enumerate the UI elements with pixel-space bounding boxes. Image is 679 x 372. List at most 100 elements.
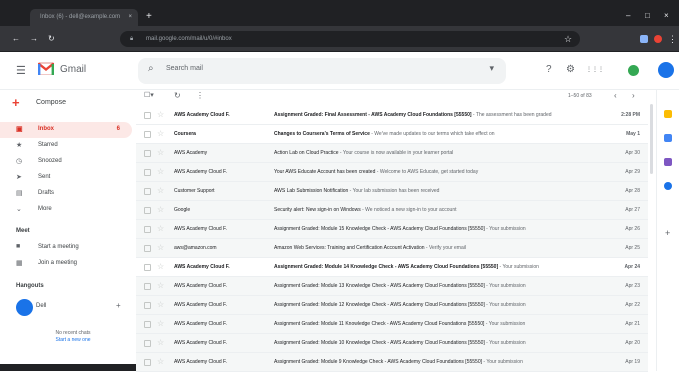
search-input[interactable]: Search mail [166, 65, 203, 72]
email-date: Apr 20 [625, 340, 640, 346]
start-meeting-item[interactable]: ■ Start a meeting [16, 241, 126, 255]
star-icon[interactable]: ☆ [157, 224, 164, 233]
scrollbar[interactable] [648, 94, 655, 371]
email-row[interactable]: ☆ Customer Support AWS Lab Submission Noti… [136, 182, 648, 201]
gmail-logo-icon[interactable] [38, 62, 54, 75]
start-chat-link[interactable]: Start a new one [30, 337, 116, 344]
email-snippet: - Your lab submission has been received [348, 188, 440, 194]
email-row[interactable]: ☆ AWS Academy Cloud F. Assignment Graded: … [136, 258, 648, 277]
address-bar[interactable]: 🔒︎ mail.google.com/mail/u/0/#inbox [120, 31, 580, 47]
email-subject: Assignment Graded: Module 11 Knowledge C… [274, 321, 485, 327]
bookmark-star-icon[interactable]: ☆ [564, 34, 572, 45]
forward-icon[interactable]: → [30, 34, 38, 43]
sidebar-item-inbox[interactable]: ▣ Inbox 6 [0, 122, 132, 138]
compose-button[interactable]: + Compose [12, 95, 76, 113]
more-options-icon[interactable]: ⋮ [196, 91, 204, 100]
star-icon[interactable]: ☆ [157, 319, 164, 328]
new-tab-icon[interactable]: + [146, 11, 152, 22]
star-icon[interactable]: ☆ [157, 129, 164, 138]
row-checkbox[interactable] [144, 226, 151, 233]
get-addons-icon[interactable]: + [665, 228, 670, 238]
star-icon[interactable]: ☆ [157, 300, 164, 309]
star-icon[interactable]: ☆ [157, 281, 164, 290]
row-checkbox[interactable] [144, 150, 151, 157]
refresh-icon[interactable]: ↻ [174, 91, 181, 100]
row-checkbox[interactable] [144, 207, 151, 214]
email-row[interactable]: ☆ AWS Academy Cloud F. Assignment Graded: … [136, 315, 648, 334]
maximize-icon[interactable]: □ [645, 11, 650, 20]
row-checkbox[interactable] [144, 112, 151, 119]
star-icon[interactable]: ☆ [157, 262, 164, 271]
row-checkbox[interactable] [144, 283, 151, 290]
row-checkbox[interactable] [144, 302, 151, 309]
star-icon[interactable]: ☆ [157, 243, 164, 252]
back-icon[interactable]: ← [12, 34, 20, 43]
add-chat-icon[interactable]: + [116, 301, 121, 310]
gmail-logo-text[interactable]: Gmail [60, 64, 86, 75]
keep-icon[interactable] [664, 134, 672, 142]
search-bar[interactable]: ⌕ Search mail ▾ [138, 58, 506, 84]
sidebar-item-snoozed[interactable]: ◷ Snoozed [0, 154, 132, 170]
hangouts-avatar[interactable] [16, 299, 33, 316]
sidebar-item-starred[interactable]: ★ Starred [0, 138, 132, 154]
row-checkbox[interactable] [144, 245, 151, 252]
select-all-checkbox[interactable]: ☐▾ [144, 91, 154, 99]
sidebar-item-more[interactable]: ⌄ More [0, 202, 132, 218]
email-row[interactable]: ☆ Coursera Changes to Coursera's Terms of … [136, 125, 648, 144]
contacts-icon[interactable] [664, 182, 672, 190]
email-row[interactable]: ☆ aws@amazon.com Amazon Web Services: Trai… [136, 239, 648, 258]
window-close-icon[interactable]: × [664, 11, 669, 20]
row-checkbox[interactable] [144, 264, 151, 271]
prev-page-icon[interactable]: ‹ [614, 91, 617, 100]
star-icon[interactable]: ☆ [157, 186, 164, 195]
row-checkbox[interactable] [144, 359, 151, 366]
status-dot-icon[interactable] [628, 65, 639, 76]
email-row[interactable]: ☆ AWS Academy Cloud F. Your AWS Educate Ac… [136, 163, 648, 182]
tasks-icon[interactable] [664, 158, 672, 166]
join-meeting-item[interactable]: ▦ Join a meeting [16, 257, 126, 271]
row-checkbox[interactable] [144, 131, 151, 138]
row-checkbox[interactable] [144, 188, 151, 195]
calendar-icon[interactable] [664, 110, 672, 118]
minimize-icon[interactable]: – [626, 11, 630, 20]
email-row[interactable]: ☆ AWS Academy Cloud F. Assignment Graded: … [136, 277, 648, 296]
tab-close-icon[interactable]: × [128, 9, 132, 26]
extension-icon[interactable] [640, 35, 648, 43]
profile-icon[interactable] [654, 35, 662, 43]
search-options-icon[interactable]: ▾ [489, 63, 494, 74]
row-checkbox[interactable] [144, 321, 151, 328]
reload-icon[interactable]: ↻ [48, 34, 55, 43]
star-icon[interactable]: ☆ [157, 167, 164, 176]
sidebar-item-drafts[interactable]: ▤ Drafts [0, 186, 132, 202]
google-apps-icon[interactable]: ⋮⋮⋮ [586, 66, 604, 73]
settings-gear-icon[interactable]: ⚙ [566, 64, 575, 75]
star-icon[interactable]: ☆ [157, 148, 164, 157]
star-icon[interactable]: ☆ [157, 205, 164, 214]
hangouts-user-name[interactable]: Dell [36, 303, 46, 309]
email-row[interactable]: ☆ AWS Academy Cloud F. Assignment Graded: … [136, 106, 648, 125]
row-checkbox[interactable] [144, 169, 151, 176]
support-icon[interactable]: ? [546, 64, 552, 75]
star-icon[interactable]: ☆ [157, 110, 164, 119]
sidebar-item-sent[interactable]: ➤ Sent [0, 170, 132, 186]
account-avatar[interactable] [658, 62, 674, 78]
star-icon[interactable]: ☆ [157, 338, 164, 347]
main-menu-icon[interactable]: ☰ [16, 64, 26, 77]
star-icon[interactable]: ☆ [157, 357, 164, 366]
search-icon[interactable]: ⌕ [148, 63, 154, 74]
star-icon: ★ [16, 142, 23, 149]
scrollbar-thumb[interactable] [650, 104, 653, 174]
row-checkbox[interactable] [144, 340, 151, 347]
browser-menu-icon[interactable]: ⋮ [668, 34, 677, 45]
email-subject: Assignment Graded: Module 13 Knowledge C… [274, 283, 485, 289]
email-row[interactable]: ☆ AWS Academy Cloud F. Assignment Graded: … [136, 353, 648, 372]
browser-tab[interactable]: Inbox (6) - dell@example.com × [30, 9, 138, 26]
email-row[interactable]: ☆ AWS Academy Cloud F. Assignment Graded: … [136, 334, 648, 353]
next-page-icon[interactable]: › [632, 91, 635, 100]
email-row[interactable]: ☆ Google Security alert: New sign-in on Wi… [136, 201, 648, 220]
email-row[interactable]: ☆ AWS Academy Action Lab on Cloud Practice… [136, 144, 648, 163]
email-row[interactable]: ☆ AWS Academy Cloud F. Assignment Graded: … [136, 220, 648, 239]
email-row[interactable]: ☆ AWS Academy Cloud F. Assignment Graded: … [136, 296, 648, 315]
email-snippet: - Your submission [484, 321, 526, 327]
email-snippet: - Your course is now available in your l… [338, 150, 454, 156]
